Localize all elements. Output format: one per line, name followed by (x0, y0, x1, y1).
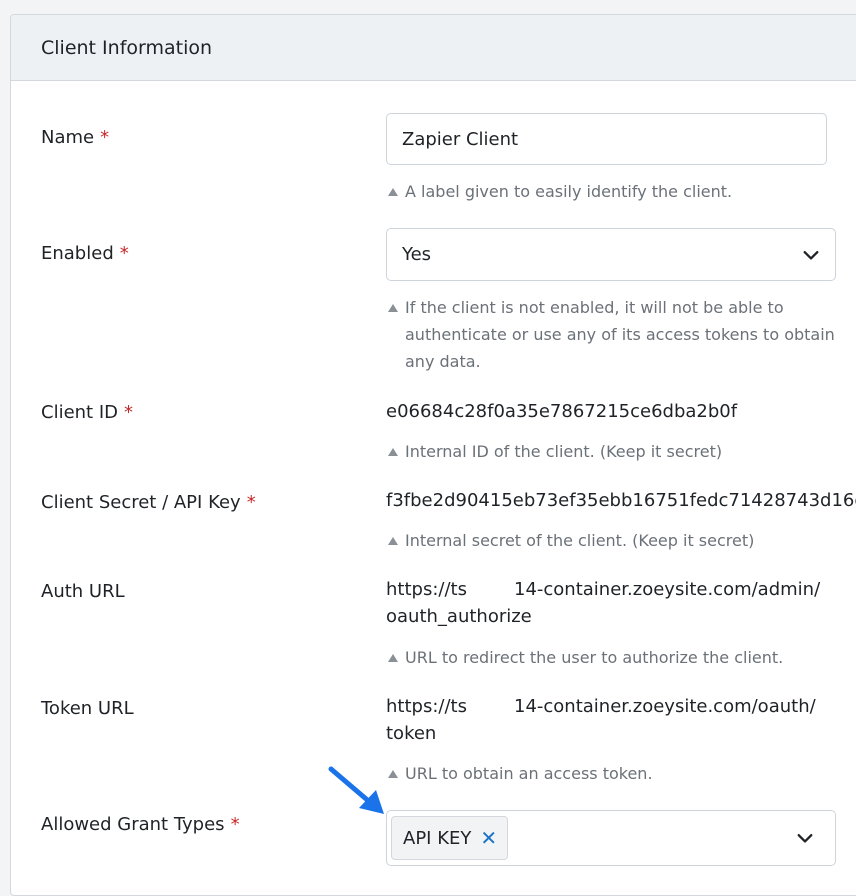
auth-url-part-a: https://ts (386, 579, 467, 600)
auth-url-hint: URL to redirect the user to authorize th… (388, 644, 783, 671)
chevron-down-icon (797, 834, 813, 843)
triangle-up-icon (388, 448, 398, 456)
enabled-label-text: Enabled (41, 243, 114, 264)
auth-url-hint-text: URL to redirect the user to authorize th… (405, 648, 784, 667)
client-id-hint: Internal ID of the client. (Keep it secr… (388, 438, 722, 465)
required-marker: * (230, 814, 240, 835)
auth-url-part-b: 14-container.zoeysite.com/admin/ (514, 579, 821, 600)
client-secret-label-text: Client Secret / API Key (41, 492, 241, 513)
required-marker: * (124, 402, 134, 423)
required-marker: * (119, 243, 129, 264)
token-url-part-b: 14-container.zoeysite.com/oauth/ (514, 696, 816, 717)
grant-type-tag-label: API KEY (403, 827, 472, 849)
name-hint-text: A label given to easily identify the cli… (405, 182, 733, 201)
client-id-value: e06684c28f0a35e7867215ce6dba2b0f (386, 401, 738, 422)
client-secret-hint-text: Internal secret of the client. (Keep it … (405, 531, 755, 550)
name-label: Name * (41, 127, 109, 148)
client-secret-value: f3fbe2d90415eb73ef35ebb16751fedc71428743… (386, 490, 856, 511)
client-secret-hint: Internal secret of the client. (Keep it … (388, 527, 754, 554)
enabled-select-value: Yes (402, 244, 432, 265)
name-hint: A label given to easily identify the cli… (388, 178, 732, 205)
triangle-up-icon (388, 770, 398, 778)
token-url-hint: URL to obtain an access token. (388, 760, 653, 787)
auth-url-label: Auth URL (41, 581, 125, 602)
enabled-hint: If the client is not enabled, it will no… (388, 294, 835, 378)
client-id-label-text: Client ID (41, 402, 119, 423)
triangle-up-icon (388, 537, 398, 545)
token-url-part-a: https://ts (386, 696, 467, 717)
required-marker: * (246, 492, 256, 513)
token-url-hint-text: URL to obtain an access token. (405, 764, 653, 783)
chevron-down-icon (803, 250, 819, 260)
enabled-label: Enabled * (41, 243, 129, 264)
triangle-up-icon (388, 654, 398, 662)
panel-header: Client Information (11, 15, 856, 81)
grant-types-label: Allowed Grant Types * (41, 814, 240, 835)
grant-type-tag-api-key: API KEY ✕ (391, 816, 509, 860)
client-secret-label: Client Secret / API Key * (41, 492, 256, 513)
name-label-text: Name (41, 127, 95, 148)
client-id-label: Client ID * (41, 402, 133, 423)
triangle-up-icon (388, 188, 398, 196)
enabled-hint-text: If the client is not enabled, it will no… (405, 298, 835, 371)
token-url-label: Token URL (41, 698, 134, 719)
required-marker: * (100, 127, 110, 148)
token-url-line2: token (386, 723, 437, 744)
name-input-value: Zapier Client (402, 128, 519, 150)
enabled-select[interactable]: Yes (386, 228, 836, 281)
panel-title: Client Information (41, 36, 213, 59)
grant-types-label-text: Allowed Grant Types (41, 814, 225, 835)
arrow-icon (328, 766, 384, 814)
auth-url-line2: oauth_authorize (386, 606, 532, 627)
client-id-hint-text: Internal ID of the client. (Keep it secr… (405, 442, 723, 461)
name-input[interactable]: Zapier Client (386, 113, 827, 165)
close-icon[interactable]: ✕ (480, 826, 497, 850)
triangle-up-icon (388, 304, 398, 312)
